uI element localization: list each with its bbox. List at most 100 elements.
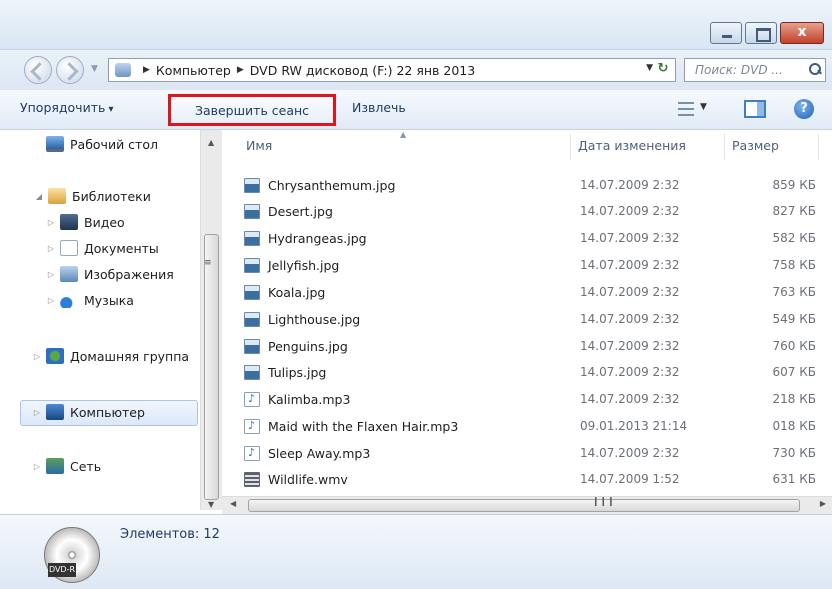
sort-ascending-icon: ▲ [400, 130, 407, 139]
expand-icon[interactable]: ▷ [46, 218, 56, 227]
close-button[interactable]: x [780, 22, 824, 44]
file-date: 14.07.2009 2:32 [580, 446, 680, 460]
file-row[interactable]: Kalimba.mp3 14.07.2009 2:32 218 КБ [244, 386, 830, 412]
expand-icon[interactable]: ▷ [46, 270, 56, 279]
details-pane: DVD-R Элементов: 12 [0, 514, 832, 589]
image-file-icon [244, 364, 260, 380]
file-date: 14.07.2009 2:32 [580, 178, 680, 192]
address-bar[interactable]: ▶ Компьютер ▶ DVD RW дисковод (F:) 22 ян… [108, 58, 676, 82]
nav-item-images[interactable]: ▷ Изображения [46, 266, 174, 282]
nav-item-computer[interactable]: ▷ Компьютер [32, 404, 145, 420]
computer-icon [46, 404, 64, 420]
minimize-button[interactable] [710, 22, 742, 44]
file-row[interactable]: Hydrangeas.jpg 14.07.2009 2:32 582 КБ [244, 225, 830, 251]
nav-item-video[interactable]: ▷ Видео [46, 214, 125, 230]
expand-icon[interactable]: ◢ [34, 192, 44, 201]
expand-icon[interactable]: ▷ [32, 462, 42, 471]
nav-label: Музыка [84, 292, 134, 308]
forward-button[interactable] [56, 56, 84, 84]
video-file-icon [244, 471, 260, 487]
nav-label: Библиотеки [72, 188, 151, 204]
address-dropdown-icon[interactable]: ▼ [646, 63, 653, 73]
horizontal-scrollbar[interactable]: ◀ ❙❙❙ ▶ [222, 496, 832, 514]
expand-icon[interactable]: ▷ [32, 352, 42, 361]
expand-icon[interactable]: ▷ [46, 296, 56, 305]
chevron-right-icon[interactable]: ▶ [143, 65, 150, 75]
nav-item-libraries[interactable]: ◢ Библиотеки [34, 188, 151, 204]
file-size: 758 КБ [772, 258, 816, 272]
file-row[interactable]: Wildlife.wmv 14.07.2009 1:52 631 КБ [244, 466, 830, 492]
file-row[interactable]: Chrysanthemum.jpg 14.07.2009 2:32 859 КБ [244, 172, 830, 198]
file-row[interactable]: Koala.jpg 14.07.2009 2:32 763 КБ [244, 279, 830, 305]
nav-label: Компьютер [70, 404, 145, 420]
image-file-icon [244, 257, 260, 273]
file-size: 218 КБ [772, 392, 816, 406]
chevron-right-icon[interactable]: ▶ [237, 65, 244, 75]
file-row[interactable]: Penguins.jpg 14.07.2009 2:32 760 КБ [244, 333, 830, 359]
scroll-right-icon[interactable]: ▶ [820, 499, 826, 508]
file-date: 14.07.2009 2:32 [580, 312, 680, 326]
nav-label: Рабочий стол [70, 136, 158, 152]
file-row[interactable]: Lighthouse.jpg 14.07.2009 2:32 549 КБ [244, 306, 830, 332]
file-date: 14.07.2009 2:32 [580, 365, 680, 379]
file-row[interactable]: Maid with the Flaxen Hair.mp3 09.01.2013… [244, 413, 830, 439]
scroll-thumb[interactable] [248, 499, 800, 512]
file-row[interactable]: Tulips.jpg 14.07.2009 2:32 607 КБ [244, 359, 830, 385]
network-icon [46, 458, 64, 474]
refresh-icon[interactable]: ↻ [653, 61, 673, 79]
file-date: 14.07.2009 2:32 [580, 285, 680, 299]
scroll-thumb[interactable] [204, 234, 219, 500]
file-row[interactable]: Sleep Away.mp3 14.07.2009 2:32 730 КБ [244, 440, 830, 466]
expand-icon[interactable]: ▷ [32, 408, 42, 417]
file-row[interactable]: Jellyfish.jpg 14.07.2009 2:32 758 КБ [244, 252, 830, 278]
nav-item-network[interactable]: ▷ Сеть [32, 458, 101, 474]
music-file-icon [244, 445, 260, 461]
scroll-up-icon[interactable]: ▲ [208, 138, 214, 147]
recent-pages-chevron-icon[interactable]: ▼ [91, 64, 98, 74]
back-button[interactable] [24, 56, 52, 84]
breadcrumb-dvd-drive[interactable]: DVD RW дисковод (F:) 22 янв 2013 [250, 63, 475, 78]
file-row[interactable]: Desert.jpg 14.07.2009 2:32 827 КБ [244, 198, 830, 224]
preview-pane-icon[interactable] [744, 100, 766, 118]
file-name: Penguins.jpg [268, 338, 348, 354]
maximize-button[interactable] [745, 22, 777, 44]
nav-item-desktop[interactable]: Рабочий стол [46, 136, 158, 152]
finish-session-button[interactable]: Завершить сеанс [168, 94, 336, 126]
column-header-size[interactable]: Размер [732, 138, 779, 153]
help-icon[interactable]: ? [794, 99, 814, 119]
nav-item-documents[interactable]: ▷ Документы [46, 240, 159, 256]
search-input[interactable]: Поиск: DVD ... [684, 58, 826, 82]
organize-button[interactable]: Упорядочить [20, 100, 114, 115]
navigation-scrollbar[interactable]: ▲ ≡ ▼ [200, 130, 222, 510]
nav-item-homegroup[interactable]: ▷ Домашняя группа [32, 348, 189, 364]
column-header-date[interactable]: Дата изменения [578, 138, 686, 153]
nav-item-music[interactable]: ▷ Музыка [46, 292, 134, 308]
file-size: 549 КБ [772, 312, 816, 326]
navigation-pane: Рабочий стол ◢ Библиотеки ▷ Видео ▷ Доку… [0, 130, 222, 510]
column-divider[interactable] [570, 134, 571, 160]
view-options-icon[interactable] [678, 102, 694, 116]
finish-session-label: Завершить сеанс [194, 102, 310, 118]
music-icon [60, 292, 78, 308]
file-date: 09.01.2013 21:14 [580, 419, 688, 433]
column-divider[interactable] [724, 134, 725, 160]
column-header-name[interactable]: Имя [246, 138, 272, 153]
scroll-down-icon[interactable]: ▼ [208, 500, 214, 509]
file-date: 14.07.2009 2:32 [580, 204, 680, 218]
expand-icon[interactable]: ▷ [46, 244, 56, 253]
view-dropdown-icon[interactable]: ▼ [700, 102, 707, 112]
search-icon[interactable] [809, 63, 821, 75]
column-divider[interactable] [818, 134, 819, 160]
item-count: Элементов: 12 [120, 527, 220, 542]
video-icon [60, 214, 78, 230]
dvd-label: DVD-R [48, 563, 76, 577]
file-date: 14.07.2009 2:32 [580, 231, 680, 245]
file-name: Jellyfish.jpg [268, 257, 340, 273]
file-date: 14.07.2009 2:32 [580, 258, 680, 272]
scroll-left-icon[interactable]: ◀ [230, 499, 236, 508]
breadcrumb-computer[interactable]: Компьютер [156, 63, 231, 78]
music-file-icon [244, 418, 260, 434]
file-name: Wildlife.wmv [268, 471, 348, 487]
eject-button[interactable]: Извлечь [352, 100, 406, 115]
nav-label: Домашняя группа [70, 348, 190, 364]
